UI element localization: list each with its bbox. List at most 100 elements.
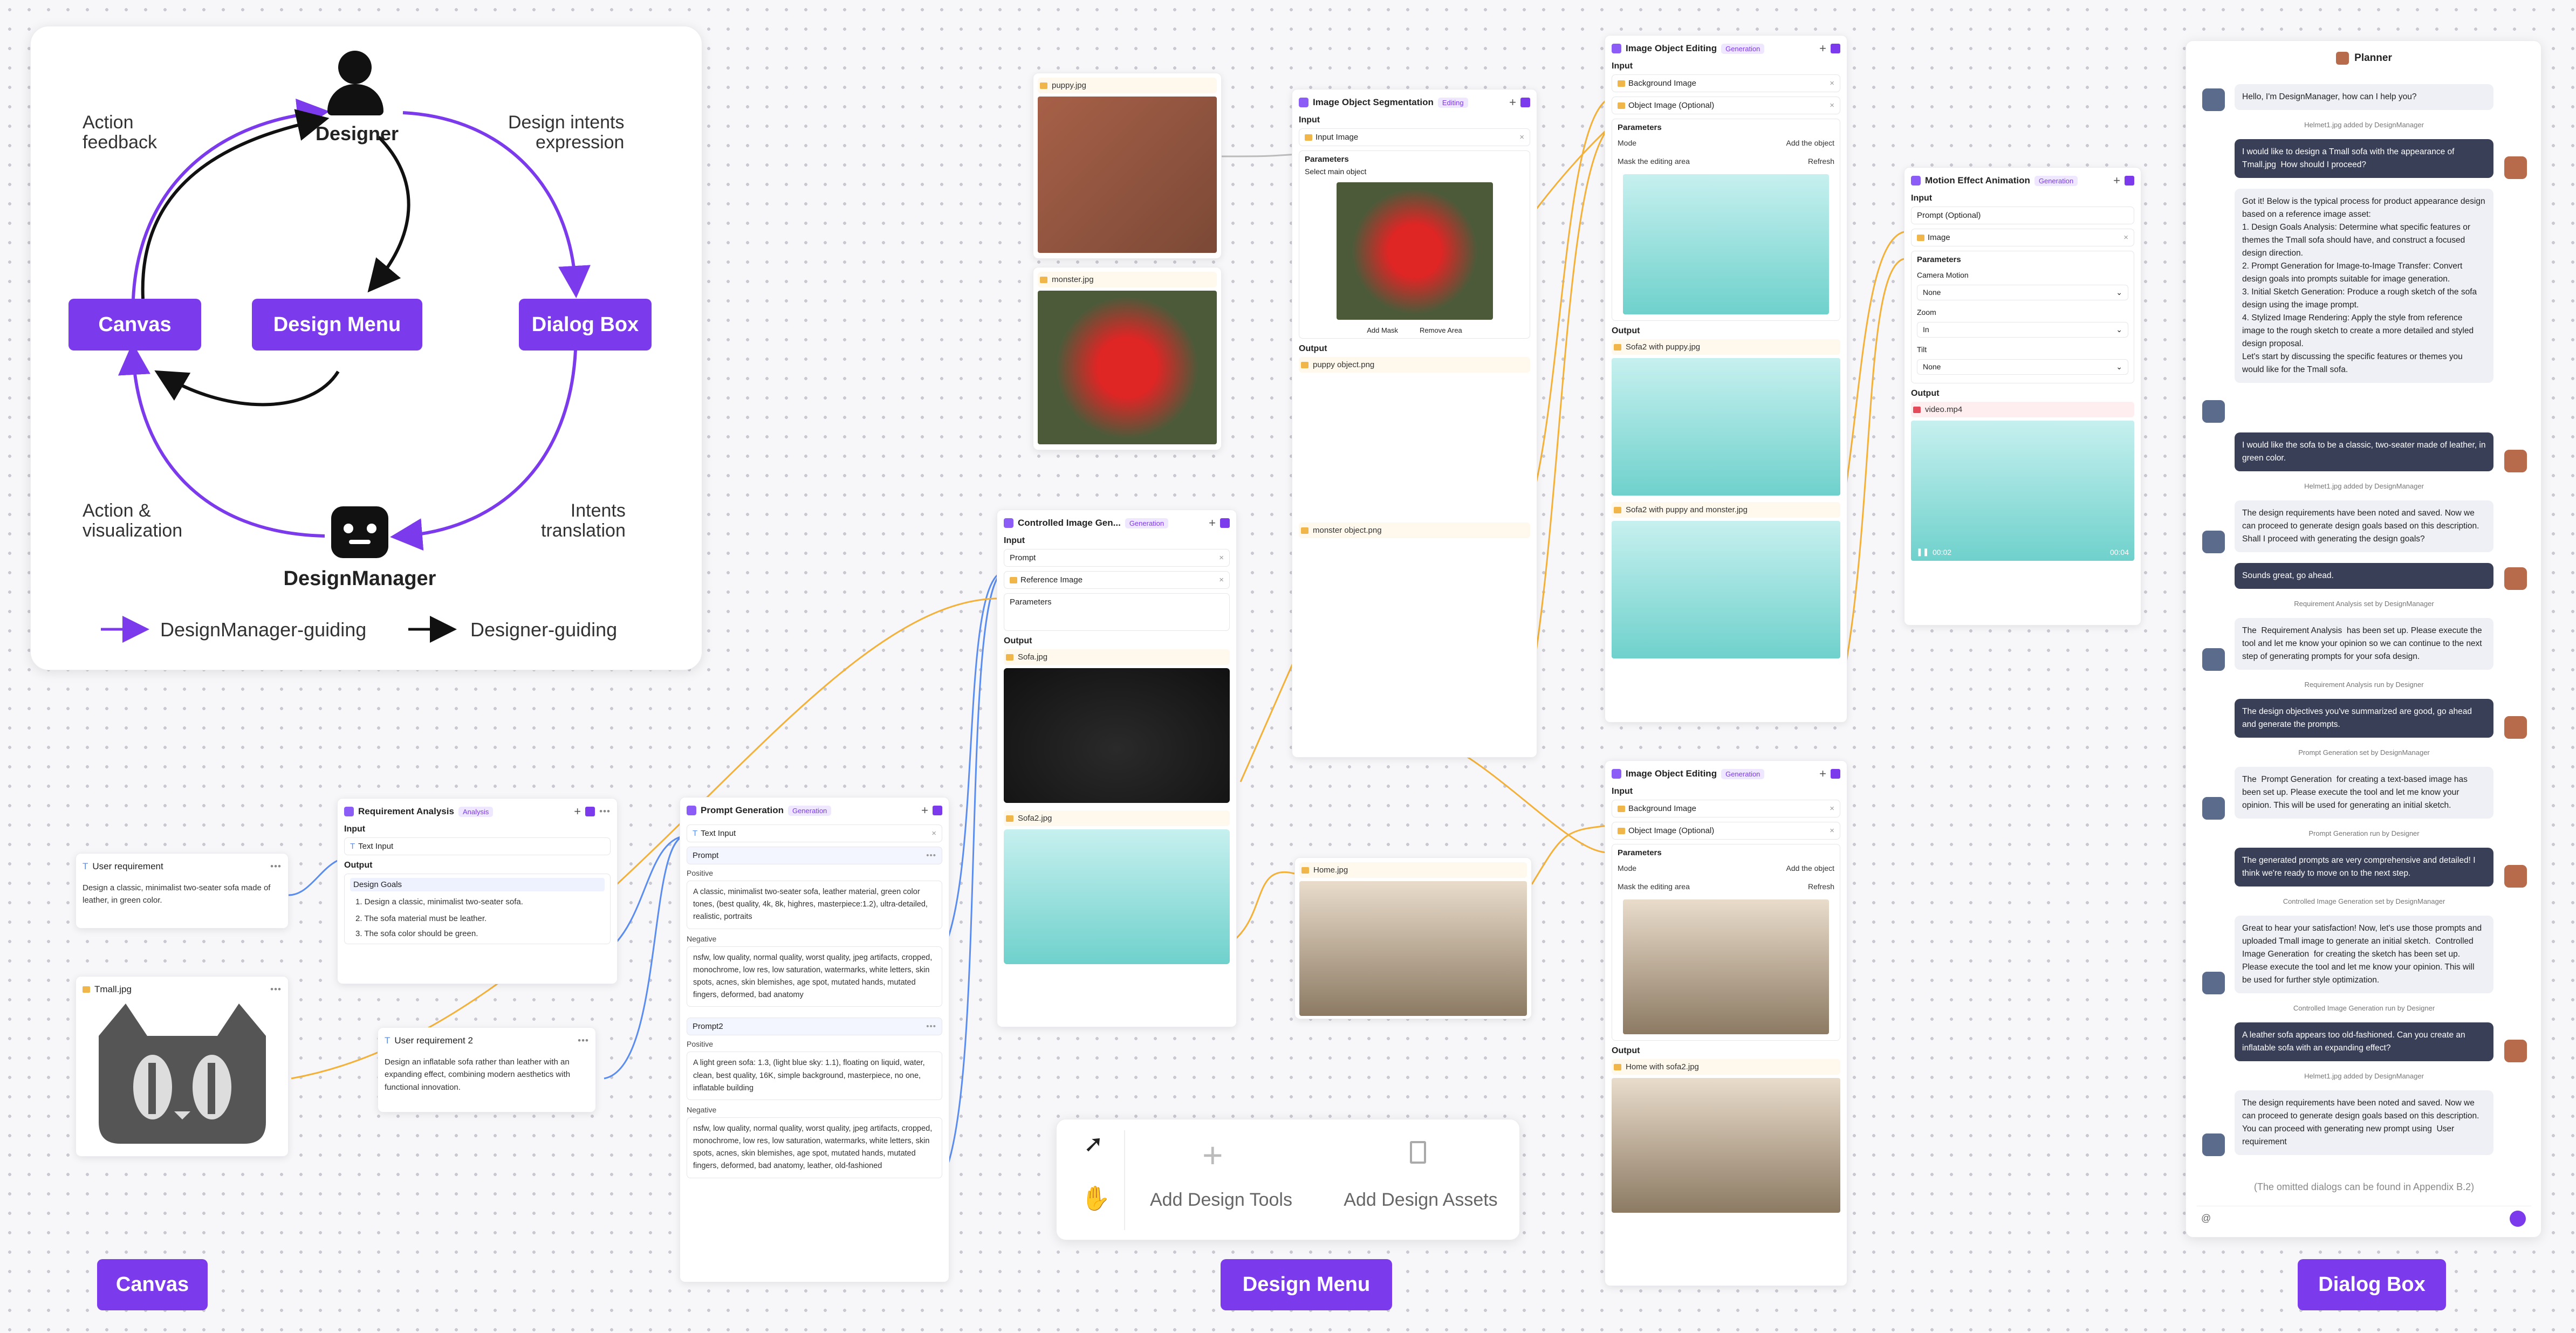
requirement-analysis-node[interactable]: Requirement Analysis Analysis + ••• Input T… bbox=[337, 798, 618, 984]
add-design-tools-button[interactable]: Add Design Tools bbox=[1143, 1190, 1299, 1211]
text-input-field[interactable]: T Text Input bbox=[344, 837, 611, 855]
pointer-tool-icon[interactable]: ➚ bbox=[1084, 1130, 1104, 1158]
params-field[interactable]: Parameters Mode Add the object Mask the e… bbox=[1612, 844, 1840, 1041]
run-button[interactable] bbox=[933, 806, 942, 815]
close-icon[interactable]: × bbox=[1830, 101, 1834, 110]
plus-icon[interactable]: + bbox=[1202, 1135, 1223, 1176]
positive-text[interactable]: A classic, minimalist two-seater sofa, l… bbox=[687, 881, 942, 929]
close-icon[interactable]: × bbox=[1219, 553, 1224, 562]
puppy-object-asset[interactable]: puppy object.png bbox=[1299, 357, 1530, 373]
close-icon[interactable]: × bbox=[1830, 79, 1834, 88]
user-requirement-2-node[interactable]: T User requirement 2 ••• Design an inflata… bbox=[378, 1027, 596, 1112]
more-icon[interactable]: ••• bbox=[926, 851, 936, 860]
text-input-field[interactable]: T Text Input × bbox=[687, 824, 942, 842]
negative2-text[interactable]: nsfw, low quality, normal quality, worst… bbox=[687, 1117, 942, 1178]
asset-list-icon[interactable] bbox=[1410, 1141, 1426, 1164]
design-goals-field[interactable]: Design Goals 1. Design a classic, minima… bbox=[344, 874, 611, 944]
add-mask-button[interactable]: Add Mask bbox=[1367, 326, 1398, 334]
system-note: Controlled Image Generation set by Desig… bbox=[2283, 897, 2445, 905]
add-icon[interactable]: + bbox=[921, 803, 928, 817]
zoom-select[interactable]: In ⌄ bbox=[1917, 322, 2128, 338]
params-field[interactable]: Parameters Select main object Add Mask Re… bbox=[1299, 150, 1530, 339]
user-req2-text: Design an inflatable sofa rather than le… bbox=[385, 1057, 571, 1092]
more-icon[interactable]: ••• bbox=[926, 1022, 936, 1031]
video-player[interactable]: ❚❚ 00:02 00:04 bbox=[1911, 421, 2134, 561]
sofa-asset[interactable]: Sofa.jpg bbox=[1004, 649, 1230, 665]
run-button[interactable] bbox=[1220, 518, 1230, 528]
params-field[interactable]: Parameters Camera Motion None ⌄ Zoom In ⌄ … bbox=[1911, 251, 2134, 383]
pause-icon[interactable]: ❚❚ bbox=[1916, 547, 1929, 556]
close-icon[interactable]: × bbox=[931, 829, 936, 838]
controlled-image-gen-node[interactable]: Controlled Image Gen... Generation + Input… bbox=[997, 510, 1237, 1027]
planner-title: Planner bbox=[2354, 52, 2392, 64]
close-icon[interactable]: × bbox=[1830, 826, 1834, 835]
prompt-generation-node[interactable]: Prompt Generation Generation + T Text Input… bbox=[680, 797, 949, 1282]
folder-icon bbox=[1301, 527, 1308, 534]
add-icon[interactable]: + bbox=[1209, 516, 1216, 530]
run-button[interactable] bbox=[2125, 176, 2134, 185]
background-image-field[interactable]: Background Image × bbox=[1612, 800, 1840, 817]
positive2-text[interactable]: A light green sofa: 1.3, (light blue sky… bbox=[687, 1052, 942, 1100]
user-avatar bbox=[2504, 865, 2527, 888]
refresh-button[interactable]: Refresh bbox=[1808, 882, 1834, 891]
close-icon[interactable]: × bbox=[1830, 804, 1834, 813]
tilt-select[interactable]: None ⌄ bbox=[1917, 359, 2128, 375]
sofa2-asset[interactable]: Sofa2.jpg bbox=[1004, 810, 1230, 826]
out2-asset[interactable]: Sofa2 with puppy and monster.jpg bbox=[1612, 502, 1840, 518]
mention-icon[interactable]: @ bbox=[2201, 1213, 2211, 1224]
run-button[interactable] bbox=[585, 807, 595, 816]
run-button[interactable] bbox=[1831, 44, 1840, 53]
motion-effect-node[interactable]: Motion Effect Animation Generation + Input… bbox=[1904, 167, 2141, 626]
camera-select[interactable]: None ⌄ bbox=[1917, 285, 2128, 300]
image-editing-node-2[interactable]: Image Object Editing Generation + Input Ba… bbox=[1605, 760, 1847, 1286]
object-image-field[interactable]: Object Image (Optional) × bbox=[1612, 822, 1840, 840]
run-button[interactable] bbox=[1831, 769, 1840, 779]
close-icon[interactable]: × bbox=[1219, 575, 1224, 585]
monster-object-asset[interactable]: monster object.png bbox=[1299, 523, 1530, 538]
tmall-asset-node[interactable]: Tmall.jpg ••• bbox=[76, 976, 289, 1157]
close-icon[interactable]: × bbox=[1519, 133, 1524, 142]
user-requirement-node[interactable]: T User requirement ••• Design a classic, m… bbox=[76, 853, 289, 929]
folder-icon bbox=[1010, 576, 1017, 583]
negative-text[interactable]: nsfw, low quality, normal quality, worst… bbox=[687, 946, 942, 1007]
video-asset[interactable]: video.mp4 bbox=[1911, 402, 2134, 417]
remove-area-button[interactable]: Remove Area bbox=[1420, 326, 1462, 334]
out1-asset[interactable]: Sofa2 with puppy.jpg bbox=[1612, 339, 1840, 355]
more-icon[interactable]: ••• bbox=[578, 1035, 589, 1046]
object-image-field[interactable]: Object Image (Optional) × bbox=[1612, 97, 1840, 114]
run-button[interactable] bbox=[1520, 98, 1530, 107]
hand-tool-icon[interactable]: ✋ bbox=[1081, 1184, 1111, 1212]
image-field[interactable]: Image × bbox=[1911, 229, 2134, 246]
reference-image-field[interactable]: Reference Image × bbox=[1004, 571, 1230, 589]
more-icon[interactable]: ••• bbox=[599, 806, 611, 817]
more-icon[interactable]: ••• bbox=[270, 861, 282, 872]
add-icon[interactable]: + bbox=[574, 805, 581, 819]
params-field[interactable]: Parameters Mode Add the object Mask the e… bbox=[1612, 119, 1840, 321]
prompt-field[interactable]: Prompt (Optional) bbox=[1911, 207, 2134, 224]
mode-select[interactable]: Add the object bbox=[1786, 864, 1834, 872]
home-sofa-asset[interactable]: Home with sofa2.jpg bbox=[1612, 1059, 1840, 1075]
image-editing-node-1[interactable]: Image Object Editing Generation + Input Ba… bbox=[1605, 35, 1847, 723]
monster-asset-node[interactable]: monster.jpg bbox=[1033, 267, 1222, 450]
home-asset-node[interactable]: Home.jpg bbox=[1294, 857, 1532, 1019]
background-image-field[interactable]: Background Image × bbox=[1612, 74, 1840, 92]
add-icon[interactable]: + bbox=[2113, 174, 2120, 188]
add-icon[interactable]: + bbox=[1509, 95, 1516, 109]
add-icon[interactable]: + bbox=[1819, 42, 1826, 56]
chat-input[interactable]: @ bbox=[2197, 1206, 2531, 1229]
params-label: Parameters bbox=[1618, 123, 1662, 132]
add-icon[interactable]: + bbox=[1819, 767, 1826, 781]
prompt-field[interactable]: Prompt × bbox=[1004, 549, 1230, 567]
puppy-asset-node[interactable]: puppy.jpg bbox=[1033, 73, 1222, 259]
add-design-assets-button[interactable]: Add Design Assets bbox=[1332, 1190, 1510, 1211]
input-image-field[interactable]: Input Image × bbox=[1299, 128, 1530, 146]
params-field[interactable]: Parameters bbox=[1004, 593, 1230, 631]
mode-select[interactable]: Add the object bbox=[1786, 139, 1834, 147]
segmentation-node[interactable]: Image Object Segmentation Editing + Input … bbox=[1292, 89, 1537, 758]
close-icon[interactable]: × bbox=[2123, 233, 2128, 242]
more-icon[interactable]: ••• bbox=[270, 984, 282, 995]
prompt-field[interactable]: Prompt ••• bbox=[687, 847, 942, 864]
refresh-button[interactable]: Refresh bbox=[1808, 157, 1834, 166]
prompt2-field[interactable]: Prompt2 ••• bbox=[687, 1018, 942, 1036]
send-icon[interactable] bbox=[2510, 1211, 2526, 1227]
